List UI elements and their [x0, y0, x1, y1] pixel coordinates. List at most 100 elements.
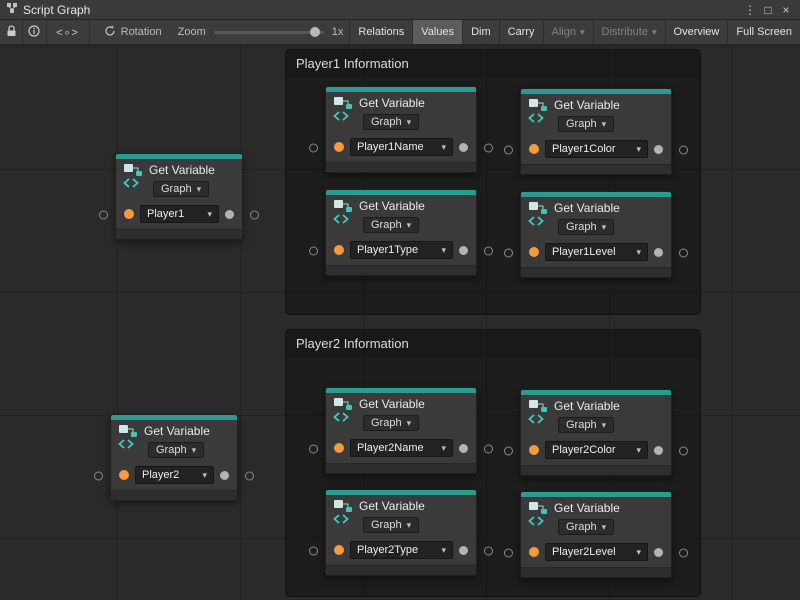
variable-scope-dropdown[interactable]: Graph [558, 519, 614, 535]
group-title[interactable]: Player1 Information [286, 50, 700, 77]
full-screen-button[interactable]: Full Screen [727, 20, 800, 44]
get-variable-node-player1level[interactable]: Get Variable Graph Player1Level [520, 191, 672, 278]
dim-button[interactable]: Dim [462, 20, 499, 44]
dropdown-caret-icon [652, 26, 657, 38]
value-output-dot[interactable] [459, 246, 468, 255]
carry-button[interactable]: Carry [499, 20, 543, 44]
close-icon[interactable]: × [778, 3, 794, 17]
left-connection-port[interactable] [94, 471, 103, 480]
graph-toolbar: <∘> Rotation Zoom 1x Relations Values [0, 20, 800, 45]
variable-input-port[interactable] [529, 445, 539, 455]
variable-input-port[interactable] [529, 547, 539, 557]
left-connection-port[interactable] [309, 246, 318, 255]
graph-canvas[interactable]: Player1 Information Player2 Information [0, 46, 800, 600]
code-toggle-button[interactable]: <∘> [47, 20, 90, 44]
distribute-button[interactable]: Distribute [593, 20, 665, 44]
get-variable-node-player2type[interactable]: Get Variable Graph Player2Type [325, 489, 477, 576]
group-title[interactable]: Player2 Information [286, 330, 700, 357]
get-variable-node-player1type[interactable]: Get Variable Graph Player1Type [325, 189, 477, 276]
info-button[interactable] [23, 20, 46, 44]
get-variable-node-player2name[interactable]: Get Variable Graph Player2Name [325, 387, 477, 474]
values-button[interactable]: Values [412, 20, 462, 44]
value-output-dot[interactable] [654, 145, 663, 154]
variable-name-dropdown[interactable]: Player2Level [545, 543, 648, 561]
right-connection-port[interactable] [484, 246, 493, 255]
variable-name-dropdown[interactable]: Player1Name [350, 138, 453, 156]
variable-name-dropdown[interactable]: Player2Color [545, 441, 648, 459]
variable-scope-dropdown[interactable]: Graph [363, 114, 419, 130]
right-connection-port[interactable] [679, 145, 688, 154]
variable-name-dropdown[interactable]: Player2Name [350, 439, 453, 457]
get-variable-node-player1color[interactable]: Get Variable Graph Player1Color [520, 88, 672, 175]
zoom-slider-knob[interactable] [310, 27, 320, 37]
relations-button[interactable]: Relations [349, 20, 412, 44]
get-variable-node-player2[interactable]: Get Variable Graph Player2 [110, 414, 238, 501]
variable-input-port[interactable] [529, 247, 539, 257]
left-connection-port[interactable] [504, 548, 513, 557]
title-bar: Script Graph ⋮ □ × [0, 0, 800, 20]
variable-name-dropdown[interactable]: Player1 [140, 205, 219, 223]
variable-input-port[interactable] [334, 142, 344, 152]
value-output-dot[interactable] [654, 248, 663, 257]
lock-button[interactable] [0, 20, 23, 44]
right-connection-port[interactable] [250, 210, 259, 219]
variable-port-row: Player1Name [326, 133, 476, 162]
tab-script-graph[interactable]: Script Graph [6, 2, 90, 17]
overview-button[interactable]: Overview [665, 20, 728, 44]
variable-input-port[interactable] [334, 545, 344, 555]
value-output-dot[interactable] [654, 548, 663, 557]
value-output-dot[interactable] [225, 210, 234, 219]
variable-name-dropdown[interactable]: Player1Type [350, 241, 453, 259]
variable-input-port[interactable] [124, 209, 134, 219]
rotation-control[interactable]: Rotation [90, 20, 172, 44]
maximize-icon[interactable]: □ [760, 3, 776, 17]
left-connection-port[interactable] [504, 145, 513, 154]
variable-scope-dropdown[interactable]: Graph [363, 415, 419, 431]
variable-input-port[interactable] [529, 144, 539, 154]
right-connection-port[interactable] [679, 248, 688, 257]
right-connection-port[interactable] [679, 548, 688, 557]
right-connection-port[interactable] [484, 444, 493, 453]
variable-scope-dropdown[interactable]: Graph [558, 417, 614, 433]
dropdown-caret-icon [636, 246, 641, 258]
variable-scope-dropdown[interactable]: Graph [363, 517, 419, 533]
value-output-dot[interactable] [220, 471, 229, 480]
value-output-dot[interactable] [654, 446, 663, 455]
left-connection-port[interactable] [99, 210, 108, 219]
variable-name-dropdown[interactable]: Player1Level [545, 243, 648, 261]
zoom-slider-track[interactable] [214, 31, 324, 34]
value-output-dot[interactable] [459, 143, 468, 152]
variable-scope-dropdown[interactable]: Graph [148, 442, 204, 458]
get-variable-node-player1[interactable]: Get Variable Graph Player1 [115, 153, 243, 240]
left-connection-port[interactable] [504, 446, 513, 455]
get-variable-node-player2color[interactable]: Get Variable Graph Player2Color [520, 389, 672, 476]
value-output-dot[interactable] [459, 444, 468, 453]
left-connection-port[interactable] [504, 248, 513, 257]
variable-scope-dropdown[interactable]: Graph [558, 116, 614, 132]
left-connection-port[interactable] [309, 444, 318, 453]
get-variable-node-player1name[interactable]: Get Variable Graph Player1Name [325, 86, 477, 173]
align-button[interactable]: Align [543, 20, 593, 44]
variable-input-port[interactable] [334, 245, 344, 255]
variable-scope-dropdown[interactable]: Graph [363, 217, 419, 233]
scope-label: Graph [371, 519, 402, 531]
right-connection-port[interactable] [484, 143, 493, 152]
right-connection-port[interactable] [679, 446, 688, 455]
variable-input-port[interactable] [119, 470, 129, 480]
variable-scope-dropdown[interactable]: Graph [153, 181, 209, 197]
graph-icon [6, 2, 18, 17]
right-connection-port[interactable] [484, 546, 493, 555]
right-connection-port[interactable] [245, 471, 254, 480]
variable-name-dropdown[interactable]: Player2Type [350, 541, 453, 559]
node-header: Get Variable Graph [116, 159, 242, 200]
variable-name-label: Player1Type [357, 244, 418, 256]
variable-scope-dropdown[interactable]: Graph [558, 219, 614, 235]
value-output-dot[interactable] [459, 546, 468, 555]
variable-name-dropdown[interactable]: Player1Color [545, 140, 648, 158]
left-connection-port[interactable] [309, 143, 318, 152]
get-variable-node-player2level[interactable]: Get Variable Graph Player2Level [520, 491, 672, 578]
window-menu-icon[interactable]: ⋮ [742, 3, 758, 17]
variable-name-dropdown[interactable]: Player2 [135, 466, 214, 484]
variable-input-port[interactable] [334, 443, 344, 453]
left-connection-port[interactable] [309, 546, 318, 555]
